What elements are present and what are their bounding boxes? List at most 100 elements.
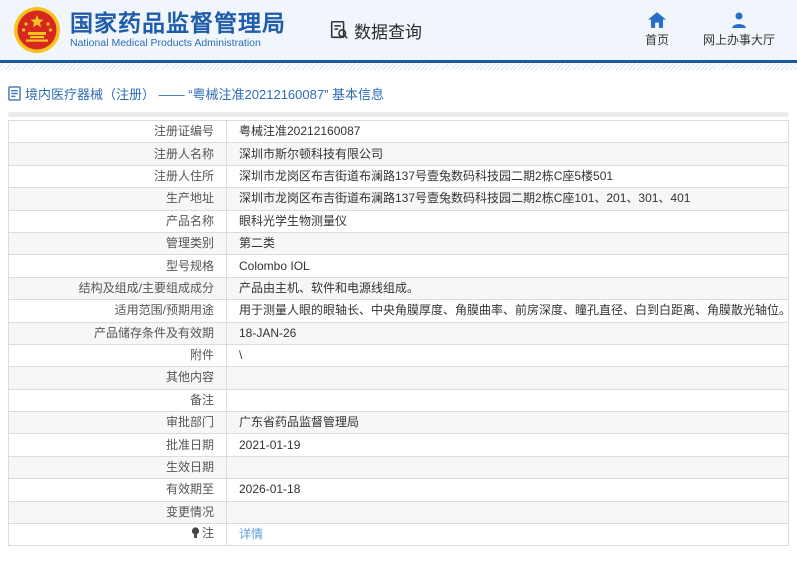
- row-label: 批准日期: [8, 433, 227, 457]
- row-label: 附件: [8, 343, 227, 368]
- row-label: 适用范围/预期用途: [8, 299, 227, 323]
- row-value: 2026-01-18: [226, 478, 789, 502]
- row-label: 审批部门: [8, 411, 227, 435]
- row-label: 变更情况: [8, 500, 227, 525]
- row-label-text: 有效期至: [165, 482, 214, 497]
- row-value: 详情: [226, 523, 789, 547]
- nav-item-home[interactable]: 首页: [645, 12, 669, 48]
- row-label-text: 其他内容: [165, 370, 214, 385]
- org-name-cn: 国家药品监督管理局: [70, 10, 286, 36]
- row-label-text: 备注: [189, 392, 214, 407]
- row-label: 管理类别: [8, 231, 227, 256]
- row-label-text: 注册人住所: [153, 168, 214, 183]
- org-name-en: National Medical Products Administration: [70, 37, 261, 49]
- row-value: [226, 500, 789, 525]
- row-label: 备注: [8, 388, 227, 413]
- table-row: 变更情况: [8, 500, 789, 525]
- row-label: 有效期至: [8, 478, 227, 502]
- table-row: 附件 \: [8, 343, 789, 368]
- org-names: 国家药品监督管理局 National Medical Products Admi…: [70, 10, 286, 50]
- row-label: 产品储存条件及有效期: [8, 321, 227, 345]
- row-label-text: 附件: [189, 348, 214, 363]
- table-row: 注册人名称 深圳市斯尔顿科技有限公司: [8, 142, 789, 166]
- row-value: 深圳市龙岗区布吉街道布澜路137号壹兔数码科技园二期2栋C座5楼501: [226, 164, 789, 189]
- row-label-text: 管理类别: [165, 236, 214, 251]
- info-table-body: 注册证编号 粤械注准20212160087 注册人名称 深圳市斯尔顿科技有限公司…: [8, 119, 789, 547]
- page-header: 国家药品监督管理局 National Medical Products Admi…: [0, 0, 797, 63]
- row-value: 第二类: [226, 231, 789, 256]
- row-value: [226, 388, 789, 413]
- row-label: 注册证编号: [8, 119, 227, 144]
- table-row: 产品储存条件及有效期 18-JAN-26: [8, 321, 789, 345]
- registration-info-table: 注册证编号 粤械注准20212160087 注册人名称 深圳市斯尔顿科技有限公司…: [8, 119, 789, 547]
- table-row: 注 详情: [8, 523, 789, 547]
- table-row: 型号规格 Colombo IOL: [8, 254, 789, 278]
- row-label: 注册人住所: [8, 164, 227, 189]
- row-label-text: 审批部门: [165, 415, 214, 430]
- row-label-text: 型号规格: [165, 258, 214, 273]
- table-row: 注册证编号 粤械注准20212160087: [8, 119, 789, 144]
- row-label-text: 生产地址: [165, 191, 214, 206]
- table-row: 生产地址 深圳市龙岗区布吉街道布澜路137号壹兔数码科技园二期2栋C座101、2…: [8, 187, 789, 211]
- row-value: [226, 366, 789, 390]
- detail-link[interactable]: 详情: [239, 527, 263, 541]
- row-label: 生效日期: [8, 455, 227, 480]
- row-label-text: 生效日期: [165, 460, 214, 475]
- section-divider: [8, 112, 789, 117]
- table-row: 审批部门 广东省药品监督管理局: [8, 411, 789, 435]
- row-label-text: 注: [201, 526, 214, 541]
- nav-home-label: 首页: [644, 33, 669, 47]
- table-row: 适用范围/预期用途 用于测量人眼的眼轴长、中央角膜厚度、角膜曲率、前房深度、瞳孔…: [8, 299, 789, 323]
- nav-item-service-hall[interactable]: 网上办事大厅: [703, 12, 775, 48]
- row-value: 2021-01-19: [226, 433, 789, 457]
- row-label-text: 产品储存条件及有效期: [93, 325, 214, 340]
- row-value: 用于测量人眼的眼轴长、中央角膜厚度、角膜曲率、前房深度、瞳孔直径、白到白距离、角…: [226, 299, 789, 323]
- row-label-text: 变更情况: [165, 504, 214, 519]
- row-label: 注册人名称: [8, 142, 227, 166]
- nav-hall-label: 网上办事大厅: [702, 33, 775, 47]
- row-value: 广东省药品监督管理局: [226, 411, 789, 435]
- table-row: 批准日期 2021-01-19: [8, 433, 789, 457]
- breadcrumb-text: 境内医疗器械（注册） —— “粤械注准20212160087” 基本信息: [25, 87, 385, 102]
- table-row: 管理类别 第二类: [8, 231, 789, 256]
- header-hatch-strip: [0, 63, 797, 70]
- row-value: Colombo IOL: [226, 254, 789, 278]
- row-label: 注: [8, 523, 227, 547]
- row-label: 结构及组成/主要组成成分: [8, 276, 227, 301]
- row-value: 眼科光学生物测量仪: [226, 209, 789, 233]
- national-emblem-logo[interactable]: [13, 6, 61, 54]
- row-label-text: 注册证编号: [153, 124, 214, 139]
- data-query-title[interactable]: 数据查询: [328, 18, 422, 43]
- row-label-text: 产品名称: [165, 213, 214, 228]
- table-row: 注册人住所 深圳市龙岗区布吉街道布澜路137号壹兔数码科技园二期2栋C座5楼50…: [8, 164, 789, 189]
- national-emblem-icon: [14, 7, 60, 53]
- home-icon: [647, 12, 666, 28]
- person-icon: [732, 12, 746, 28]
- breadcrumb: 境内医疗器械（注册） —— “粤械注准20212160087” 基本信息: [0, 70, 797, 112]
- row-value: 深圳市斯尔顿科技有限公司: [226, 142, 789, 166]
- row-label: 产品名称: [8, 209, 227, 233]
- row-label-text: 批准日期: [165, 437, 214, 452]
- row-value: 产品由主机、软件和电源线组成。: [226, 276, 789, 301]
- table-row: 结构及组成/主要组成成分 产品由主机、软件和电源线组成。: [8, 276, 789, 301]
- header-nav: 首页 网上办事大厅: [645, 12, 775, 48]
- bulb-icon: [191, 527, 200, 543]
- table-row: 其他内容: [8, 366, 789, 390]
- row-label-text: 结构及组成/主要组成成分: [78, 280, 214, 295]
- document-search-icon: [330, 20, 348, 39]
- row-value: 粤械注准20212160087: [226, 119, 789, 144]
- data-query-label: 数据查询: [354, 22, 422, 42]
- table-row: 生效日期: [8, 455, 789, 480]
- table-row: 产品名称 眼科光学生物测量仪: [8, 209, 789, 233]
- document-icon: [8, 86, 21, 101]
- row-label-text: 适用范围/预期用途: [114, 303, 214, 318]
- row-label: 其他内容: [8, 366, 227, 390]
- row-value: [226, 455, 789, 480]
- row-value: 18-JAN-26: [226, 321, 789, 345]
- row-label: 型号规格: [8, 254, 227, 278]
- table-row: 备注: [8, 388, 789, 413]
- row-value: 深圳市龙岗区布吉街道布澜路137号壹兔数码科技园二期2栋C座101、201、30…: [226, 187, 789, 211]
- row-label: 生产地址: [8, 187, 227, 211]
- row-label-text: 注册人名称: [153, 146, 214, 161]
- row-value: \: [226, 343, 789, 368]
